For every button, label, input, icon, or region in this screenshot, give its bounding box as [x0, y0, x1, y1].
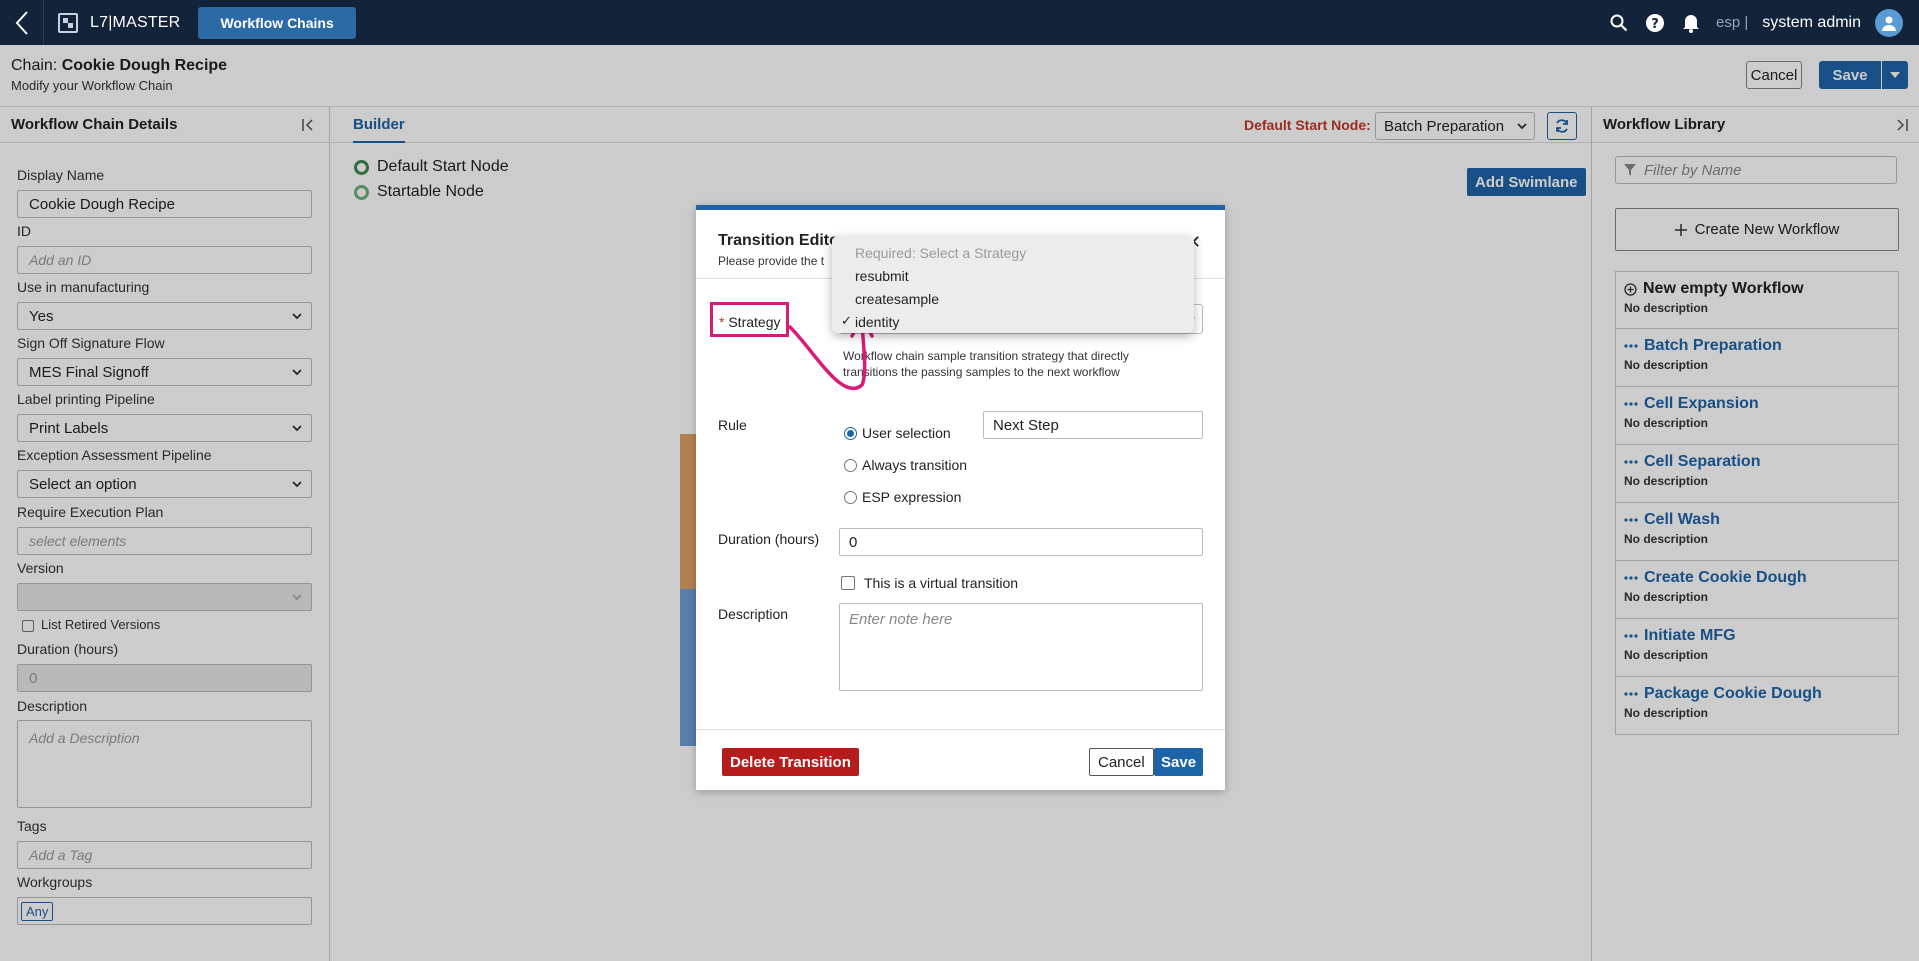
description-label: Description: [718, 606, 789, 622]
user-icon: [1882, 16, 1896, 31]
duration-label: Duration (hours): [718, 531, 820, 547]
rule-always[interactable]: Always transition: [844, 457, 967, 473]
rule-user-selection[interactable]: User selection: [844, 425, 951, 441]
radio-button[interactable]: [844, 490, 857, 504]
rule-esp-label: ESP expression: [862, 489, 962, 505]
avatar[interactable]: [1875, 8, 1903, 37]
strategy-option-createsample[interactable]: createsample: [832, 287, 1194, 310]
search-icon[interactable]: [1608, 12, 1630, 34]
strategy-dropdown: Required: Select a Strategy resubmit cre…: [832, 236, 1194, 333]
rule-label: Rule: [718, 417, 747, 433]
divider: [696, 729, 1225, 730]
next-step-input[interactable]: Next Step: [983, 411, 1203, 439]
virtual-transition-row[interactable]: This is a virtual transition: [841, 575, 1018, 591]
strategy-option-identity[interactable]: ✓ identity: [832, 310, 1194, 333]
grid-logo-icon: [58, 12, 78, 33]
checkmark-icon: ✓: [841, 313, 852, 328]
radio-button[interactable]: [844, 458, 857, 472]
rule-esp[interactable]: ESP expression: [844, 489, 961, 505]
brand[interactable]: L7|MASTER: [58, 12, 181, 33]
modal-subtitle: Please provide the t: [718, 254, 825, 268]
strategy-option-resubmit[interactable]: resubmit: [832, 264, 1194, 287]
duration-input[interactable]: 0: [839, 528, 1203, 556]
virtual-transition-label: This is a virtual transition: [864, 575, 1019, 591]
tab-workflow-chains[interactable]: Workflow Chains: [198, 6, 356, 39]
environment-label: esp |: [1716, 14, 1749, 31]
bell-icon[interactable]: [1680, 12, 1702, 34]
chevron-left-icon: [15, 10, 28, 35]
radio-button[interactable]: [844, 426, 857, 440]
help-icon[interactable]: ?: [1644, 12, 1666, 34]
strategy-help-text: Workflow chain sample transition strateg…: [843, 349, 1129, 379]
virtual-transition-checkbox[interactable]: [841, 576, 855, 590]
rule-always-label: Always transition: [862, 457, 968, 473]
top-bar: L7|MASTER Workflow Chains ? esp | system…: [0, 0, 1919, 45]
user-name[interactable]: system admin: [1762, 14, 1861, 32]
brand-name: L7|MASTER: [90, 13, 181, 31]
modal-title: Transition Edito: [718, 232, 839, 249]
modal-cancel-button[interactable]: Cancel: [1089, 748, 1154, 776]
back-button[interactable]: [0, 0, 44, 45]
modal-save-button[interactable]: Save: [1154, 748, 1204, 776]
delete-transition-button[interactable]: Delete Transition: [722, 748, 859, 776]
description-textarea[interactable]: Enter note here: [839, 603, 1203, 691]
strategy-option-placeholder: Required: Select a Strategy: [855, 244, 1027, 261]
annotation-highlight: [710, 302, 789, 337]
strategy-option-identity-label: identity: [855, 313, 900, 330]
svg-text:?: ?: [1651, 17, 1659, 32]
rule-user-label: User selection: [862, 425, 951, 441]
